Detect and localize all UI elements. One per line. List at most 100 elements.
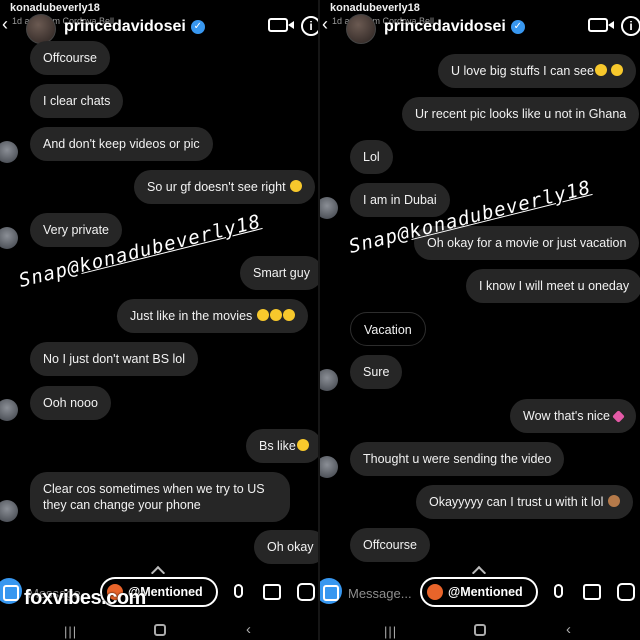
message-received[interactable]: Vacation [350, 312, 426, 346]
message-received[interactable]: Ooh nooo [30, 386, 111, 420]
message-text: I know I will meet u oneday [479, 279, 630, 293]
chat-title[interactable]: princedavidosei ✓ [64, 18, 205, 36]
avatar[interactable] [0, 399, 18, 421]
message-composer: Message... @Mentioned [320, 574, 640, 614]
message-received[interactable]: Sure [350, 355, 403, 389]
home-icon[interactable] [154, 624, 166, 636]
message-received[interactable]: Thought u were sending the video [350, 442, 565, 476]
monkey-emoji-icon [607, 495, 620, 507]
message-text: I am in Dubai [363, 193, 437, 207]
message-text: No I just don't want BS lol [43, 352, 186, 366]
back-icon[interactable]: ‹ [246, 621, 251, 638]
sticker-icon[interactable] [617, 583, 635, 601]
laughing-emoji-icon [296, 439, 309, 451]
gallery-icon[interactable] [263, 584, 281, 600]
message-text: Oh okay [267, 540, 314, 554]
avatar[interactable] [346, 14, 376, 44]
gallery-icon[interactable] [583, 584, 601, 600]
message-received[interactable]: No I just don't want BS lol [30, 342, 199, 376]
camera-icon[interactable] [320, 578, 342, 604]
message-received[interactable]: I am in Dubai [350, 183, 450, 217]
watermark-prefix: Snap@ [346, 221, 413, 258]
chevron-left-icon[interactable]: ‹ [2, 14, 8, 35]
message-text: Vacation [364, 323, 412, 337]
message-text: Oh okay for a movie or just vacation [427, 236, 627, 250]
message-text: Okayyyyy can I trust u with it lol [429, 495, 604, 509]
microphone-icon[interactable] [234, 584, 243, 598]
microphone-icon[interactable] [554, 584, 563, 598]
chat-screen-left: konadubeverly18 1d ago from Cordova Bell… [0, 0, 320, 640]
watermark-prefix: Snap@ [16, 255, 83, 292]
chat-title-text: princedavidosei [384, 18, 506, 35]
home-icon[interactable] [474, 624, 486, 636]
message-received[interactable]: I clear chats [30, 84, 124, 118]
avatar[interactable] [320, 197, 338, 219]
site-watermark: foxvibes.com [24, 587, 146, 609]
avatar[interactable] [0, 500, 18, 522]
message-sent[interactable]: U love big stuffs I can see [438, 54, 637, 88]
message-sent[interactable]: Wow that's nice [510, 399, 636, 433]
info-icon[interactable]: i [621, 16, 640, 36]
recent-apps-icon[interactable]: ||| [64, 624, 77, 639]
laughing-emoji-icon [290, 180, 303, 192]
chat-screen-right: konadubeverly18 1d ago from Cordova Bell… [320, 0, 640, 640]
message-text: Wow that's nice [523, 409, 610, 423]
avatar[interactable] [26, 14, 56, 44]
heart-emoji-icon [612, 410, 625, 423]
avatar[interactable] [320, 456, 338, 478]
message-sent[interactable]: Smart guy [240, 256, 320, 290]
laughing-emoji-icon [256, 309, 269, 321]
message-sent[interactable]: Bs like [246, 429, 320, 463]
message-text: U love big stuffs I can see [451, 64, 594, 78]
message-sent[interactable]: I know I will meet u oneday [466, 269, 640, 303]
message-text: So ur gf doesn't see right [147, 180, 286, 194]
story-username: konadubeverly18 [10, 2, 100, 14]
message-received[interactable]: Clear cos sometimes when we try to US th… [30, 472, 290, 522]
message-sent[interactable]: Okayyyyy can I trust u with it lol [416, 485, 633, 519]
avatar[interactable] [0, 227, 18, 249]
message-text: Smart guy [253, 266, 310, 280]
message-sent[interactable]: So ur gf doesn't see right [134, 170, 316, 204]
message-text: Offcourse [43, 51, 97, 65]
message-received[interactable]: Offcourse [30, 41, 110, 75]
sticker-icon[interactable] [297, 583, 315, 601]
mention-icon [427, 584, 443, 600]
laughing-emoji-icon [611, 64, 624, 76]
message-text: I clear chats [43, 94, 111, 108]
message-text: Offcourse [363, 538, 417, 552]
chat-title-text: princedavidosei [64, 18, 186, 35]
laughing-emoji-icon [269, 309, 282, 321]
chat-header: konadubeverly18 1d ago from Cordova Bell… [320, 0, 640, 44]
chat-header: konadubeverly18 1d ago from Cordova Bell… [0, 0, 320, 44]
verified-badge-icon: ✓ [190, 20, 205, 34]
avatar[interactable] [320, 369, 338, 391]
message-text: Thought u were sending the video [363, 452, 552, 466]
message-sent[interactable]: Ur recent pic looks like u not in Ghana [402, 97, 640, 131]
message-text: Ur recent pic looks like u not in Ghana [415, 107, 627, 121]
mentioned-button[interactable]: @Mentioned [420, 577, 538, 607]
system-nav-bar: ||| ‹ [320, 618, 640, 640]
laughing-emoji-icon [282, 309, 295, 321]
recent-apps-icon[interactable]: ||| [384, 624, 397, 639]
chevron-left-icon[interactable]: ‹ [322, 14, 328, 35]
message-text: Just like in the movies [130, 309, 253, 323]
message-text: And don't keep videos or pic [43, 137, 200, 151]
message-sent[interactable]: Oh okay [254, 530, 320, 564]
message-text: Sure [363, 365, 390, 379]
message-received[interactable]: Offcourse [350, 528, 430, 562]
video-camera-icon[interactable] [588, 18, 614, 32]
message-text: Ooh nooo [43, 396, 98, 410]
chat-title[interactable]: princedavidosei ✓ [384, 18, 525, 36]
message-received[interactable]: Very private [30, 213, 123, 247]
story-username: konadubeverly18 [330, 2, 420, 14]
message-input[interactable]: Message... [348, 586, 412, 601]
video-camera-icon[interactable] [268, 18, 294, 32]
camera-icon[interactable] [0, 578, 22, 604]
message-received[interactable]: Lol [350, 140, 393, 174]
message-received[interactable]: And don't keep videos or pic [30, 127, 213, 161]
message-text: Bs like [259, 439, 296, 453]
verified-badge-icon: ✓ [510, 20, 525, 34]
back-icon[interactable]: ‹ [566, 621, 571, 638]
avatar[interactable] [0, 141, 18, 163]
message-sent[interactable]: Just like in the movies [117, 299, 308, 333]
